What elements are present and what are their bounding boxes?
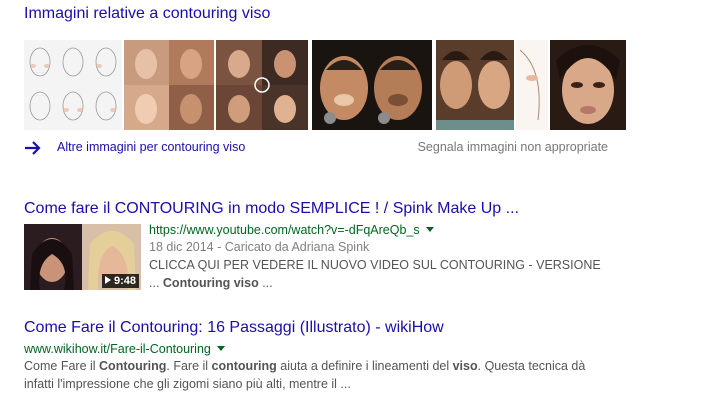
- snippet-line: ... Contouring viso ...: [149, 274, 601, 292]
- image-thumbnail-kim-portrait[interactable]: [550, 40, 626, 130]
- result-title-youtube[interactable]: Come fare il CONTOURING in modo SEMPLICE…: [24, 200, 519, 218]
- snippet-bold: Contouring: [99, 359, 167, 373]
- image-thumbnail-collage-1[interactable]: [124, 40, 214, 130]
- image-thumbnail-contour-demo[interactable]: [312, 40, 432, 130]
- result-snippet: Come Fare il Contouring. Fare il contour…: [24, 357, 714, 393]
- snippet-line: Come Fare il Contouring. Fare il contour…: [24, 357, 714, 375]
- images-footer: Altre immagini per contouring viso Segna…: [24, 139, 614, 157]
- image-thumbnail-collage-2[interactable]: [216, 40, 308, 130]
- snippet-text: ...: [258, 276, 273, 290]
- image-thumbnail-face-charts[interactable]: [24, 40, 122, 130]
- snippet-line: infatti l'impressione che gli zigomi sia…: [24, 377, 351, 391]
- arrow-right-icon[interactable]: [24, 139, 42, 157]
- video-duration: 9:48: [113, 275, 136, 287]
- play-icon: [104, 276, 111, 284]
- snippet-line: CLICCA QUI PER VEDERE IL NUOVO VIDEO SUL…: [149, 258, 601, 272]
- snippet-bold: Contouring viso: [162, 276, 259, 290]
- report-images-link[interactable]: Segnala immagini non appropriate: [418, 140, 608, 154]
- snippet-text: aiuta a definire i lineamenti del: [276, 359, 453, 373]
- snippet-text: Come Fare il: [24, 359, 100, 373]
- dropdown-arrow-icon[interactable]: [425, 227, 434, 233]
- image-thumbnails-strip: [24, 40, 626, 130]
- result-url-row: www.wikihow.it/Fare-il-Contouring: [24, 340, 225, 358]
- more-images-link[interactable]: Altre immagini per contouring viso: [57, 140, 245, 154]
- snippet-text: ...: [149, 276, 163, 290]
- image-thumbnail-contour-steps[interactable]: [436, 40, 514, 130]
- snippet-text: . Questa tecnica dà: [477, 359, 586, 373]
- snippet-bold: viso: [452, 359, 478, 373]
- result-url: https://www.youtube.com/watch?v=-dFqAreQ…: [149, 223, 420, 237]
- snippet-text: . Fare il: [166, 359, 212, 373]
- video-duration-badge: 9:48: [101, 274, 139, 288]
- video-thumbnail[interactable]: 9:48: [24, 224, 141, 290]
- result-url: www.wikihow.it/Fare-il-Contouring: [24, 342, 211, 356]
- result-meta: 18 dic 2014 - Caricato da Adriana Spink: [149, 240, 370, 254]
- image-thumbnail-face-diagram[interactable]: [516, 40, 548, 130]
- result-snippet: CLICCA QUI PER VEDERE IL NUOVO VIDEO SUL…: [149, 256, 601, 292]
- snippet-bold: contouring: [211, 359, 277, 373]
- result-title-wikihow[interactable]: Come Fare il Contouring: 16 Passaggi (Il…: [24, 319, 444, 337]
- dropdown-arrow-icon[interactable]: [216, 346, 225, 352]
- result-url-row: https://www.youtube.com/watch?v=-dFqAreQ…: [149, 221, 434, 239]
- images-section-title[interactable]: Immagini relative a contouring viso: [24, 5, 270, 23]
